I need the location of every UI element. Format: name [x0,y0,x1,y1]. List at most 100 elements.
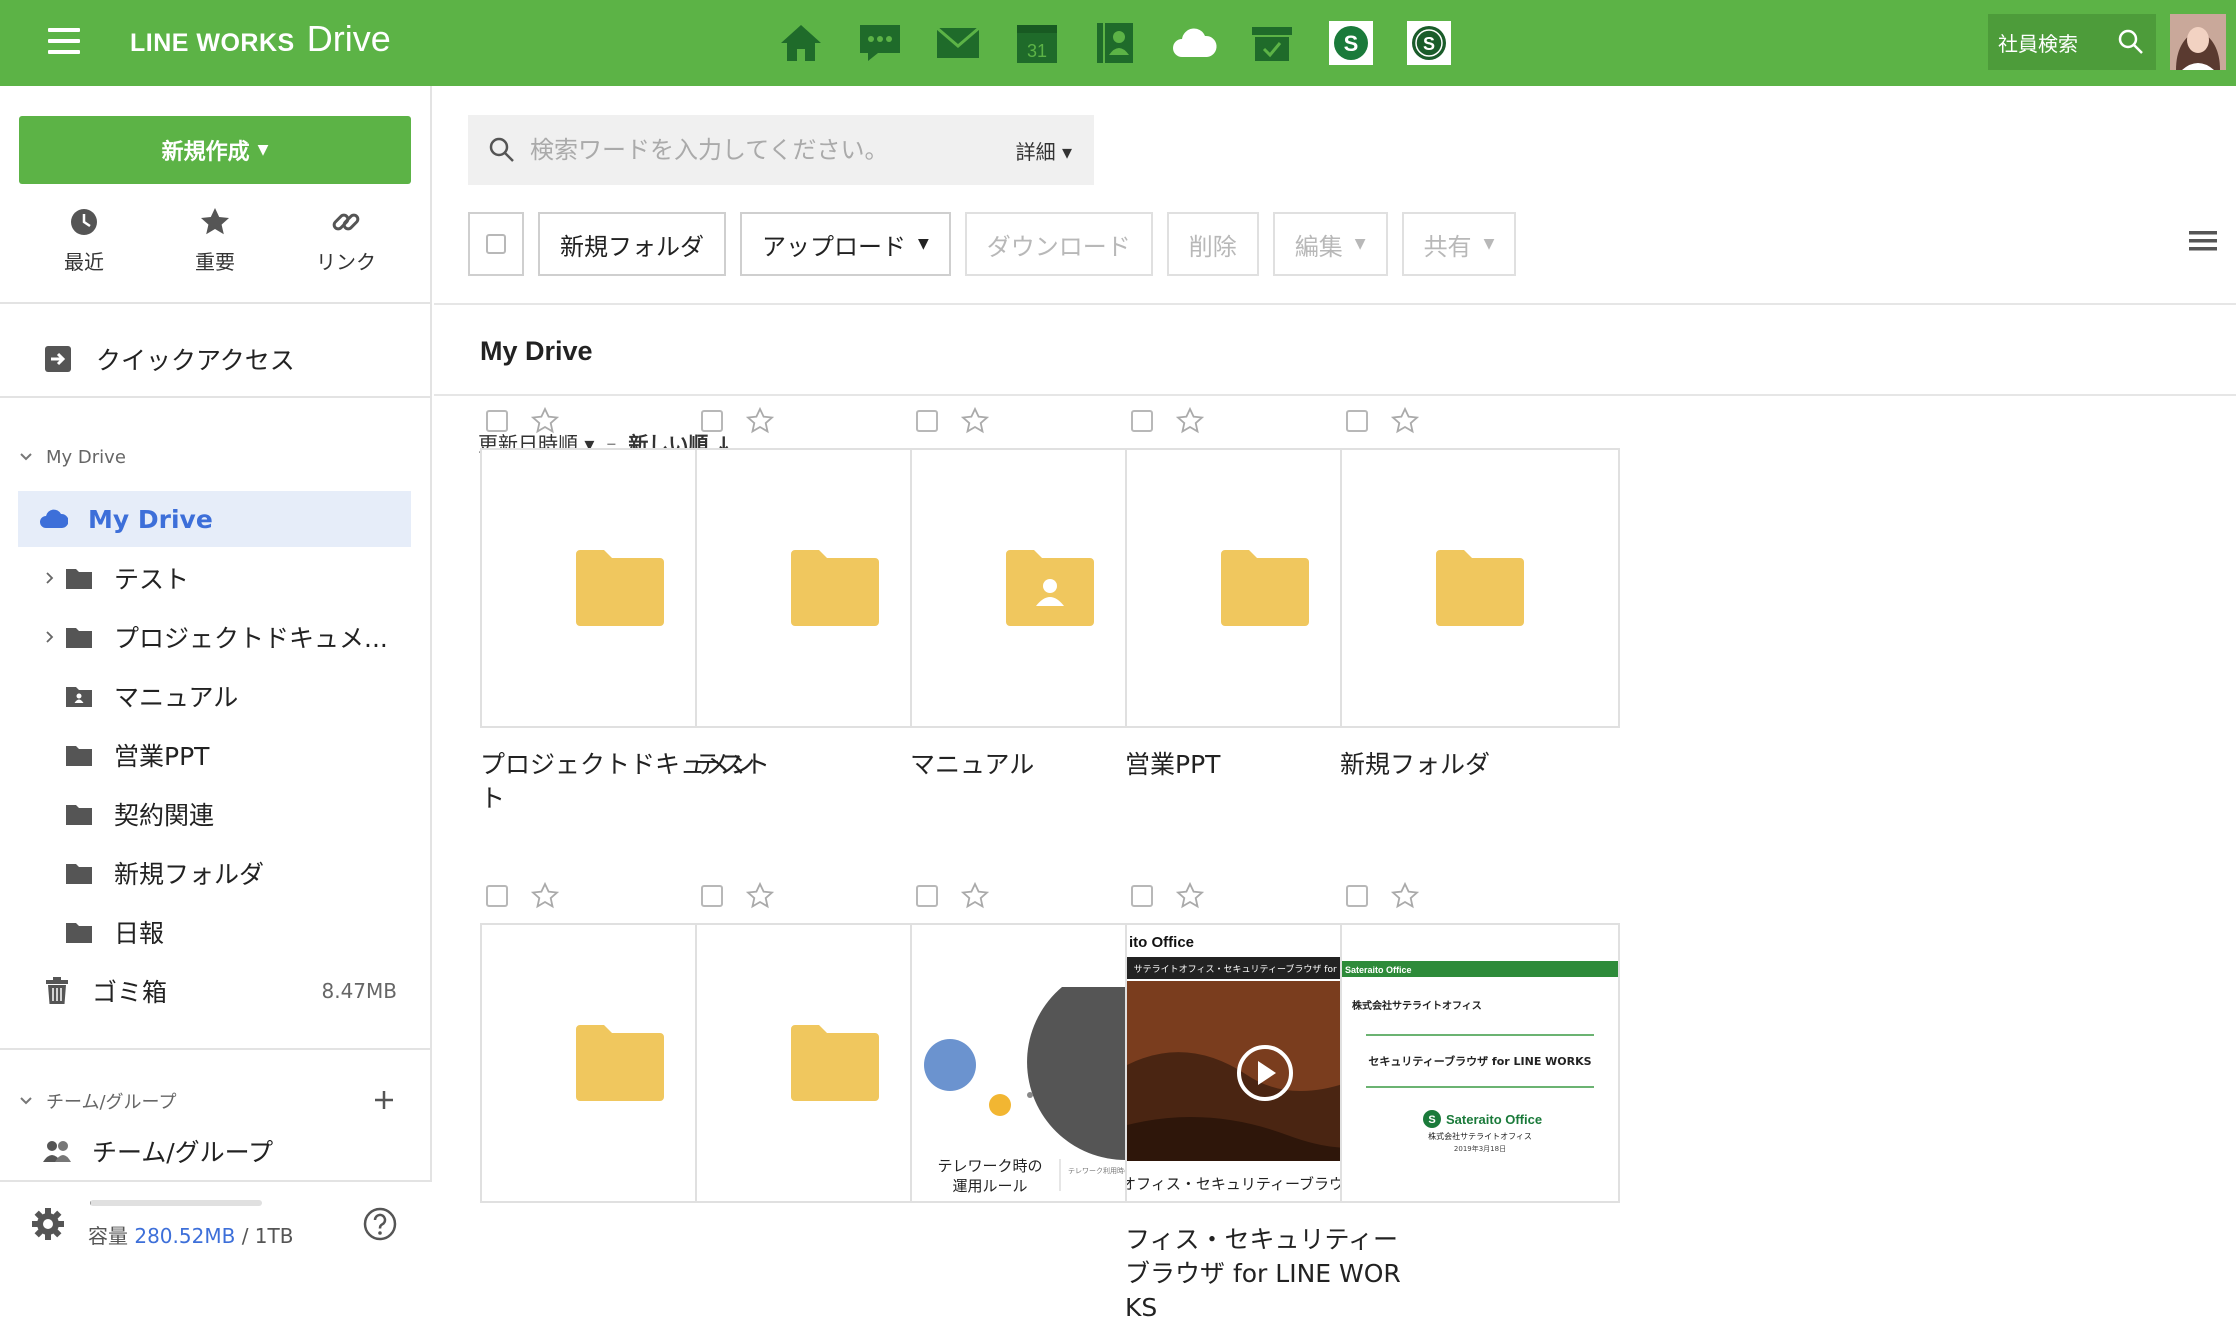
card-controls [916,404,990,438]
arrow-right-box-icon [45,346,71,372]
folder-icon [791,550,879,626]
contacts-icon[interactable] [1090,18,1140,68]
storage-meter-fill [90,1200,91,1206]
item-checkbox[interactable] [916,410,938,432]
people-icon [43,1141,71,1162]
item-checkbox[interactable] [1346,410,1368,432]
folder-icon [66,746,92,766]
item-checkbox[interactable] [1131,885,1153,907]
gear-icon[interactable] [30,1206,66,1242]
upload-button[interactable]: アップロード ▼ [740,212,951,276]
share-button[interactable]: 共有 ▼ [1401,212,1517,276]
item-thumbnail[interactable] [1340,448,1620,728]
divider [0,396,432,398]
star-outline-icon[interactable] [960,406,990,436]
thumb-title-2: 運用ルール [952,1177,1027,1195]
star-outline-icon[interactable] [745,881,775,911]
star-outline-icon[interactable] [960,881,990,911]
clock-icon [71,209,97,235]
team-section-toggle[interactable]: チーム/グループ [18,1086,176,1116]
quick-recent[interactable]: 最近 [14,206,154,286]
tree-item-test[interactable]: テスト [18,550,411,606]
new-create-button[interactable]: 新規作成 ▼ [19,116,411,184]
star-outline-icon[interactable] [530,881,560,911]
plus-icon[interactable] [370,1086,398,1114]
quick-important[interactable]: 重要 [145,206,285,286]
storage-text: 容量 280.52MB / 1TB [88,1220,293,1249]
tree-item-daily-report[interactable]: 日報 [18,904,411,960]
quick-access-label: クイックアクセス [96,346,295,375]
calendar-icon[interactable]: 31 [1012,18,1062,68]
employee-search-button[interactable]: 社員検索 [1988,14,2156,70]
item-name[interactable]: 新規フォルダ [1340,748,1620,782]
item-thumbnail[interactable]: Sateraito Office 株式会社サテライトオフィス セキュリティーブラウザ… [1340,923,1620,1203]
thumb-title-1: テレワーク時の [937,1157,1042,1175]
star-outline-icon[interactable] [1390,406,1420,436]
star-outline-icon[interactable] [1175,406,1205,436]
item-name[interactable]: フィス・セキュリティーブラウザ for LINE WORKS [1125,1223,1405,1325]
quick-access-item[interactable]: クイックアクセス [0,314,432,404]
search-input[interactable] [530,136,990,164]
tree-item-label: 新規フォルダ [114,860,265,889]
caret-down-icon: ▼ [1483,236,1495,252]
brand-main: LINE WORKS [130,29,295,57]
chevron-down-icon [20,453,32,461]
star-outline-icon[interactable] [745,406,775,436]
tree-item-team-group[interactable]: チーム/グループ [18,1123,411,1179]
tree-item-project-docs[interactable]: プロジェクトドキュメ... [18,609,411,665]
search-detail-dropdown[interactable]: 詳細 ▾ [1016,136,1072,165]
quick-link[interactable]: リンク [276,206,416,286]
folder-icon [576,550,664,626]
star-outline-icon[interactable] [1390,881,1420,911]
item-checkbox[interactable] [701,410,723,432]
chevron-right-icon[interactable] [36,630,64,644]
item-checkbox[interactable] [486,885,508,907]
search-detail-label: 詳細 [1015,139,1056,164]
tree-item-manual[interactable]: マニュアル [18,668,411,724]
upload-label: アップロード [762,232,906,261]
thumb-company: 株式会社サテライトオフィス [1352,999,1482,1012]
tree-item-new-folder[interactable]: 新規フォルダ [18,845,411,901]
home-icon[interactable] [776,18,826,68]
delete-button[interactable]: 削除 [1166,212,1259,276]
drive-cloud-icon[interactable] [1169,18,1219,68]
edit-button[interactable]: 編集 ▼ [1272,212,1388,276]
storage-total: / 1TB [241,1224,294,1248]
tree-item-trash[interactable]: ゴミ箱 8.47MB [18,963,411,1019]
item-checkbox[interactable] [1346,885,1368,907]
star-outline-icon[interactable] [1175,881,1205,911]
list-view-icon[interactable] [2188,226,2218,256]
talk-icon[interactable] [855,18,905,68]
item-checkbox[interactable] [701,885,723,907]
star-outline-icon[interactable] [530,406,560,436]
download-button[interactable]: ダウンロード [964,212,1153,276]
tree-item-sales-ppt[interactable]: 営業PPT [18,727,411,783]
select-all-checkbox[interactable] [468,212,524,276]
trash-label: ゴミ箱 [92,978,168,1007]
card-controls [1131,404,1205,438]
new-create-label: 新規作成 [161,140,250,165]
task-box-icon[interactable] [1247,18,1297,68]
svg-text:S: S [1428,1114,1435,1126]
svg-text:S: S [1343,31,1358,56]
item-checkbox[interactable] [486,410,508,432]
tree-item-label: My Drive [88,504,213,534]
new-folder-button[interactable]: 新規フォルダ [538,212,726,276]
item-checkbox[interactable] [916,885,938,907]
tree-item-my-drive[interactable]: My Drive [18,491,411,547]
sateraito-app-icon-2[interactable]: S [1404,18,1454,68]
app-logo[interactable]: LINE WORKS Drive [130,18,391,68]
team-item-label: チーム/グループ [92,1138,274,1167]
menu-icon[interactable] [44,24,84,58]
tree-item-contracts[interactable]: 契約関連 [18,786,411,842]
my-drive-section-toggle[interactable]: My Drive [18,442,126,472]
chevron-right-icon[interactable] [36,571,64,585]
my-drive-section-label: My Drive [46,446,126,468]
storage-label: 容量 [88,1224,128,1248]
help-icon[interactable] [362,1206,398,1242]
item-checkbox[interactable] [1131,410,1153,432]
sateraito-app-icon[interactable]: S [1326,18,1376,68]
mail-icon[interactable] [933,18,983,68]
avatar[interactable] [2170,14,2226,70]
folder-icon [66,569,92,589]
